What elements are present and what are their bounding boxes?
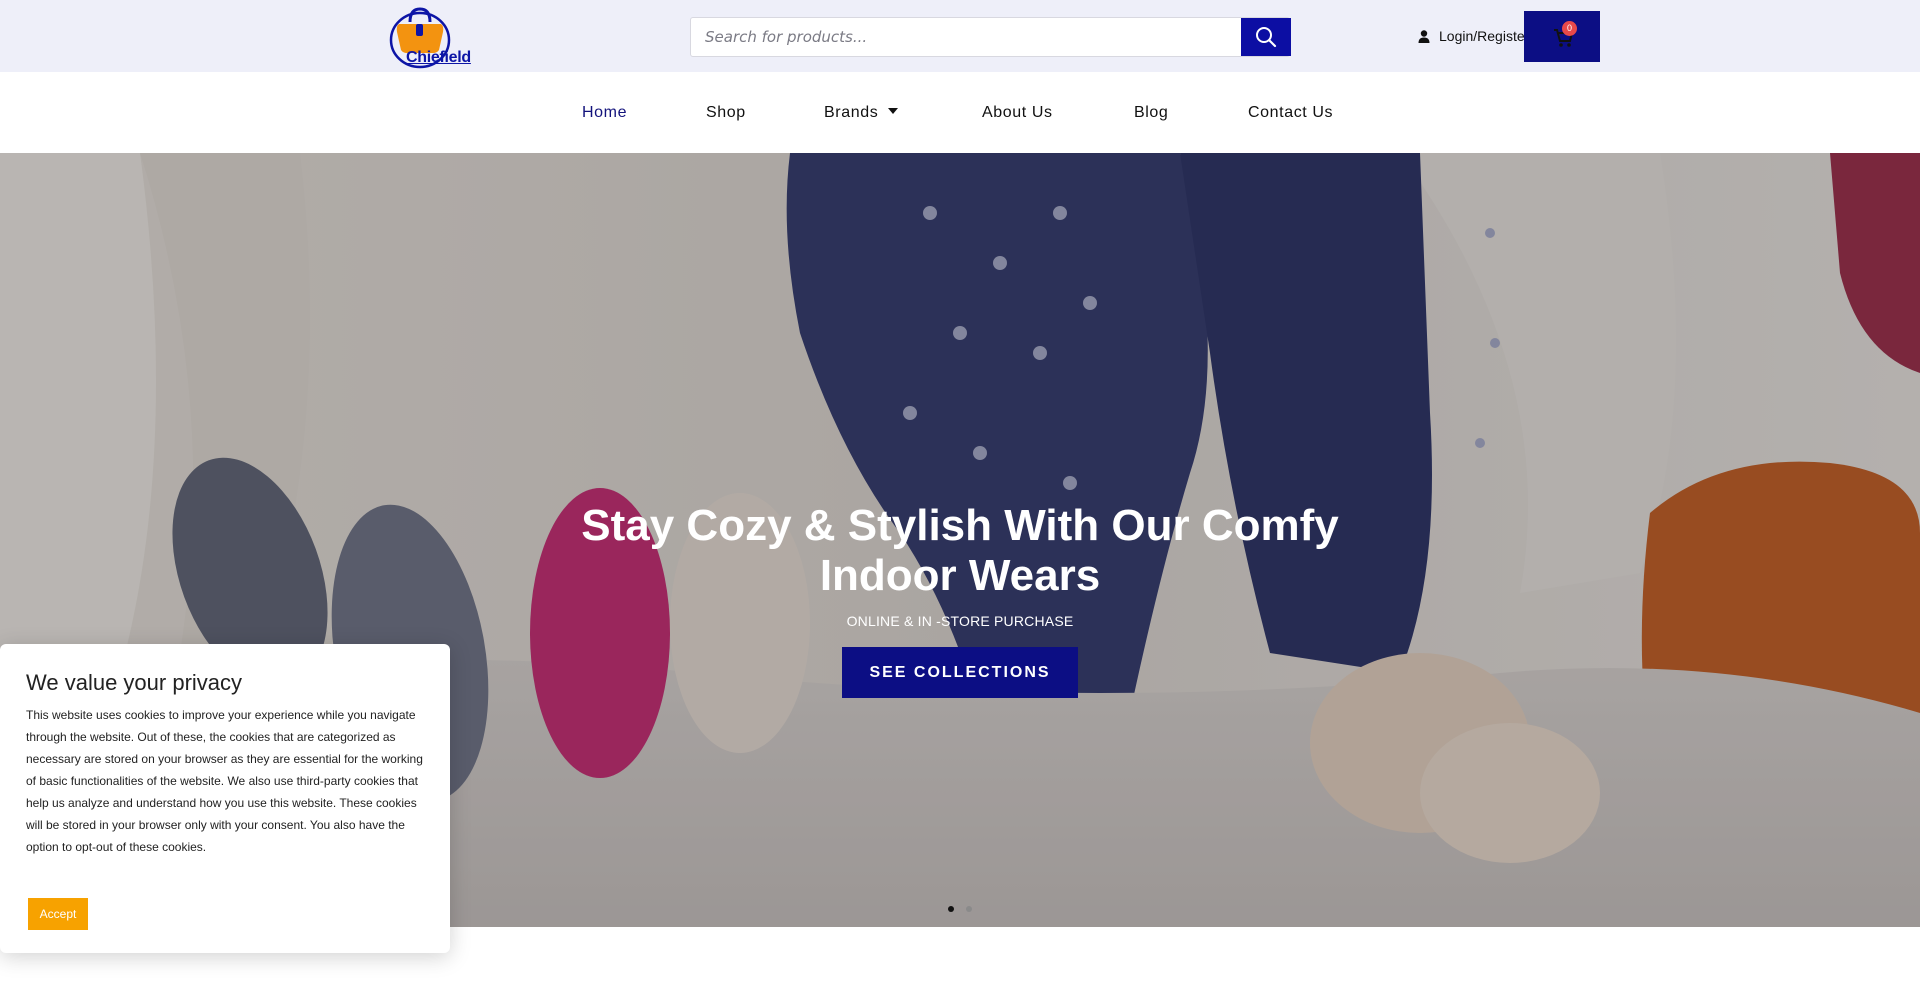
search-input[interactable]	[691, 18, 1241, 56]
site-logo[interactable]: Chiefield	[386, 6, 476, 70]
cookie-consent-popup: We value your privacy This website uses …	[0, 644, 450, 953]
cookie-body-text: This website uses cookies to improve you…	[26, 708, 423, 854]
cart-button[interactable]: 0	[1524, 11, 1600, 62]
login-register-link[interactable]: Login/Registe	[1418, 24, 1525, 48]
chevron-down-icon	[888, 107, 899, 114]
hero-subtitle: ONLINE & IN -STORE PURCHASE	[846, 613, 1074, 629]
main-navigation: Home Shop Brands About Us Blog Contact U…	[0, 72, 1920, 153]
slider-dot-2[interactable]	[966, 906, 972, 912]
nav-brands-label: Brands	[824, 104, 879, 121]
hero-title: Stay Cozy & Stylish With Our Comfy Indoo…	[581, 501, 1339, 600]
logo-text: Chiefield	[406, 49, 471, 66]
top-header: Chiefield Login/Registe 0	[0, 0, 1920, 72]
nav-blog[interactable]: Blog	[1134, 104, 1168, 122]
search-button[interactable]	[1241, 18, 1291, 56]
slider-dot-1[interactable]	[948, 906, 954, 912]
search-bar	[690, 17, 1291, 57]
user-icon	[1418, 29, 1430, 43]
see-collections-button[interactable]: SEE COLLECTIONS	[842, 647, 1078, 698]
accept-cookies-button[interactable]: Accept	[28, 898, 88, 930]
cart-count-badge: 0	[1562, 21, 1577, 36]
login-label: Login/Registe	[1439, 28, 1525, 44]
nav-shop[interactable]: Shop	[706, 104, 746, 122]
cookie-title: We value your privacy	[26, 670, 243, 695]
nav-about-us[interactable]: About Us	[982, 104, 1053, 122]
nav-contact-us[interactable]: Contact Us	[1248, 104, 1333, 122]
nav-brands[interactable]: Brands	[824, 104, 899, 122]
search-icon	[1256, 27, 1277, 48]
nav-home[interactable]: Home	[582, 104, 627, 122]
